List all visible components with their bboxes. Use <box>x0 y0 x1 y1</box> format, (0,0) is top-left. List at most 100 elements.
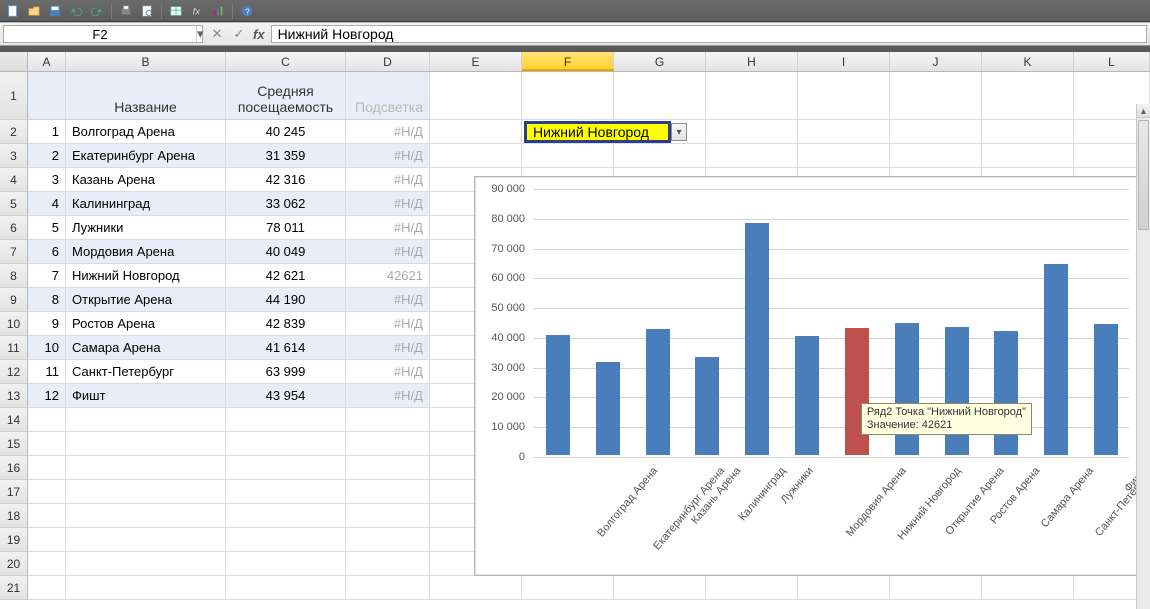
cell-C14[interactable] <box>226 408 346 432</box>
undo-icon[interactable] <box>67 2 85 20</box>
cell-J1[interactable] <box>890 72 982 120</box>
cell-C17[interactable] <box>226 480 346 504</box>
cell-B12[interactable]: Санкт-Петербург <box>66 360 226 384</box>
cell-E2[interactable] <box>430 120 522 144</box>
name-box[interactable]: ▾ <box>3 25 203 43</box>
cell-C19[interactable] <box>226 528 346 552</box>
col-header-K[interactable]: K <box>982 52 1074 71</box>
cell-G1[interactable] <box>614 72 706 120</box>
col-header-B[interactable]: B <box>66 52 226 71</box>
cell-A8[interactable]: 7 <box>28 264 66 288</box>
cancel-formula-icon[interactable]: ✕ <box>209 26 225 42</box>
cell-I2[interactable] <box>798 120 890 144</box>
chart-bar[interactable] <box>994 331 1018 455</box>
row-header[interactable]: 5 <box>0 192 28 216</box>
row-header[interactable]: 3 <box>0 144 28 168</box>
col-header-I[interactable]: I <box>798 52 890 71</box>
cell-C2[interactable]: 40 245 <box>226 120 346 144</box>
select-all-corner[interactable] <box>0 52 28 71</box>
cell-H1[interactable] <box>706 72 798 120</box>
cell-C4[interactable]: 42 316 <box>226 168 346 192</box>
cell-D8[interactable]: 42621 <box>346 264 430 288</box>
col-header-D[interactable]: D <box>346 52 430 71</box>
cell-D21[interactable] <box>346 576 430 600</box>
row-header[interactable]: 13 <box>0 384 28 408</box>
cell-C21[interactable] <box>226 576 346 600</box>
chart-bar[interactable] <box>1044 264 1068 455</box>
help-icon[interactable]: ? <box>238 2 256 20</box>
chart-bar[interactable] <box>745 223 769 455</box>
print-preview-icon[interactable] <box>138 2 156 20</box>
row-header[interactable]: 12 <box>0 360 28 384</box>
cell-A18[interactable] <box>28 504 66 528</box>
chart-bar[interactable] <box>695 357 719 455</box>
cell-D3[interactable]: #Н/Д <box>346 144 430 168</box>
col-header-H[interactable]: H <box>706 52 798 71</box>
row-header[interactable]: 7 <box>0 240 28 264</box>
cell-D14[interactable] <box>346 408 430 432</box>
chart-bar[interactable] <box>596 362 620 455</box>
cell-D19[interactable] <box>346 528 430 552</box>
col-header-C[interactable]: C <box>226 52 346 71</box>
cell-H21[interactable] <box>706 576 798 600</box>
cell-D7[interactable]: #Н/Д <box>346 240 430 264</box>
cell-C5[interactable]: 33 062 <box>226 192 346 216</box>
row-header[interactable]: 15 <box>0 432 28 456</box>
row-header[interactable]: 2 <box>0 120 28 144</box>
row-header[interactable]: 18 <box>0 504 28 528</box>
cell-A5[interactable]: 4 <box>28 192 66 216</box>
print-icon[interactable] <box>117 2 135 20</box>
cell-A17[interactable] <box>28 480 66 504</box>
cell-C18[interactable] <box>226 504 346 528</box>
row-header[interactable]: 1 <box>0 72 28 120</box>
new-file-icon[interactable] <box>4 2 22 20</box>
row-header[interactable]: 4 <box>0 168 28 192</box>
cell-A19[interactable] <box>28 528 66 552</box>
cell-J2[interactable] <box>890 120 982 144</box>
chart-bar[interactable] <box>795 336 819 455</box>
data-validation-dropdown-icon[interactable]: ▾ <box>671 123 687 141</box>
cell-A15[interactable] <box>28 432 66 456</box>
row-header[interactable]: 6 <box>0 216 28 240</box>
chart-bar[interactable] <box>945 327 969 455</box>
cell-H2[interactable] <box>706 120 798 144</box>
cell-I21[interactable] <box>798 576 890 600</box>
redo-icon[interactable] <box>88 2 106 20</box>
cell-K2[interactable] <box>982 120 1074 144</box>
cell-F3[interactable] <box>522 144 614 168</box>
cell-H3[interactable] <box>706 144 798 168</box>
cell-A13[interactable]: 12 <box>28 384 66 408</box>
cell-C6[interactable]: 78 011 <box>226 216 346 240</box>
cell-B4[interactable]: Казань Арена <box>66 168 226 192</box>
accept-formula-icon[interactable]: ✓ <box>231 26 247 42</box>
cell-E21[interactable] <box>430 576 522 600</box>
col-header-L[interactable]: L <box>1074 52 1150 71</box>
cell-C9[interactable]: 44 190 <box>226 288 346 312</box>
cell-D2[interactable]: #Н/Д <box>346 120 430 144</box>
row-header[interactable]: 11 <box>0 336 28 360</box>
cell-A12[interactable]: 11 <box>28 360 66 384</box>
worksheet[interactable]: A B C D E F G H I J K L 1НазваниеСредняя… <box>0 52 1150 609</box>
row-header[interactable]: 16 <box>0 456 28 480</box>
cell-D9[interactable]: #Н/Д <box>346 288 430 312</box>
cell-C7[interactable]: 40 049 <box>226 240 346 264</box>
cell-F21[interactable] <box>522 576 614 600</box>
cell-D15[interactable] <box>346 432 430 456</box>
cell-C10[interactable]: 42 839 <box>226 312 346 336</box>
chart-icon[interactable] <box>209 2 227 20</box>
cell-C1[interactable]: Средняя посещаемость <box>226 72 346 120</box>
save-icon[interactable] <box>46 2 64 20</box>
row-header[interactable]: 19 <box>0 528 28 552</box>
table-icon[interactable] <box>167 2 185 20</box>
row-header[interactable]: 14 <box>0 408 28 432</box>
cell-A7[interactable]: 6 <box>28 240 66 264</box>
cell-A6[interactable]: 5 <box>28 216 66 240</box>
cell-D12[interactable]: #Н/Д <box>346 360 430 384</box>
cell-B3[interactable]: Екатеринбург Арена <box>66 144 226 168</box>
cell-B21[interactable] <box>66 576 226 600</box>
cell-D4[interactable]: #Н/Д <box>346 168 430 192</box>
cell-I1[interactable] <box>798 72 890 120</box>
cell-A20[interactable] <box>28 552 66 576</box>
cell-C3[interactable]: 31 359 <box>226 144 346 168</box>
cell-B1[interactable]: Название <box>66 72 226 120</box>
